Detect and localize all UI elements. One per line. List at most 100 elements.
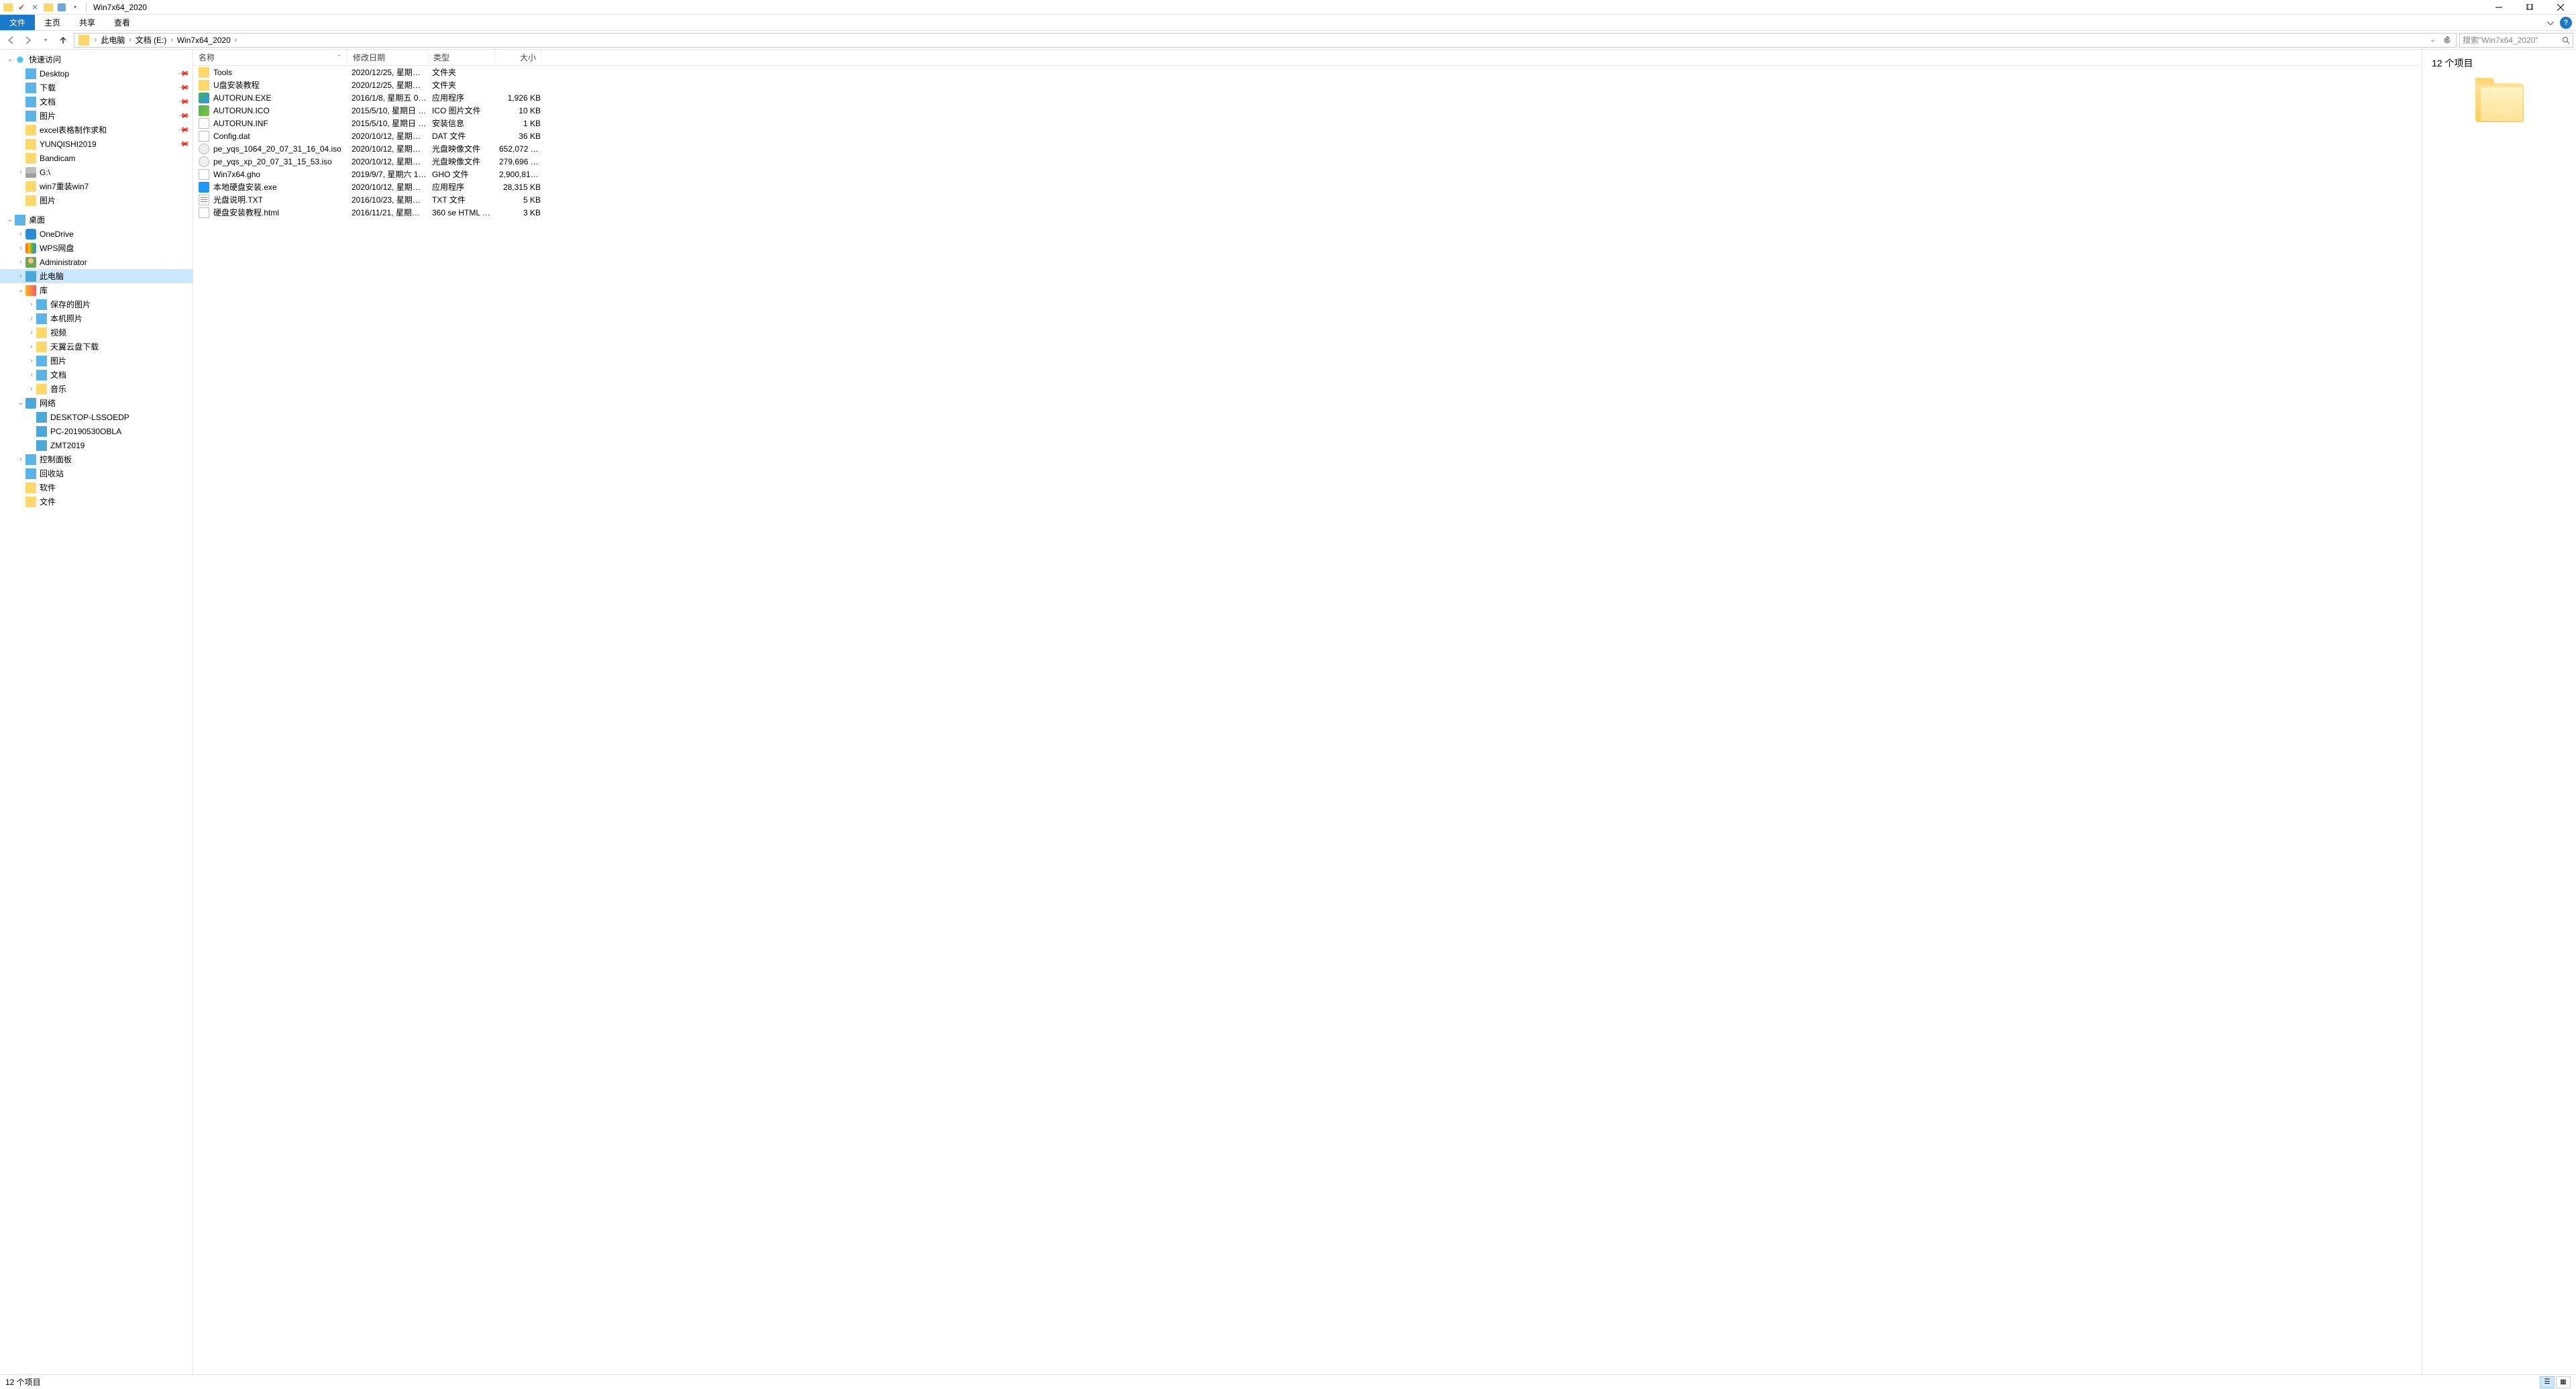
- tree-item[interactable]: ⌄桌面: [0, 213, 193, 227]
- file-type: TXT 文件: [432, 194, 499, 205]
- file-icon: [199, 207, 209, 218]
- pin-icon: 📌: [178, 81, 191, 94]
- tree-item[interactable]: ›视频: [0, 325, 193, 340]
- breadcrumb-item[interactable]: Win7x64_2020: [176, 36, 232, 45]
- file-row[interactable]: Config.dat2020/10/12, 星期一 1...DAT 文件36 K…: [193, 130, 2422, 142]
- tree-item[interactable]: ›ZMT2019: [0, 438, 193, 452]
- file-row[interactable]: Tools2020/12/25, 星期五 1...文件夹: [193, 66, 2422, 79]
- minimize-button[interactable]: [2483, 0, 2514, 15]
- tree-item[interactable]: ›DESKTOP-LSSOEDP: [0, 410, 193, 424]
- tree-item-label: 此电脑: [40, 270, 64, 282]
- tree-item[interactable]: ›OneDrive: [0, 227, 193, 241]
- refresh-button[interactable]: [2440, 34, 2455, 47]
- file-row[interactable]: Win7x64.gho2019/9/7, 星期六 19:...GHO 文件2,9…: [193, 168, 2422, 181]
- tree-item[interactable]: ›保存的图片: [0, 297, 193, 311]
- tree-item[interactable]: ›文档📌: [0, 95, 193, 109]
- address-bar[interactable]: › 此电脑 › 文档 (E:) › Win7x64_2020 › ⌄: [74, 33, 2457, 48]
- tree-item[interactable]: ⌄网络: [0, 396, 193, 410]
- pin-icon: 📌: [178, 109, 191, 122]
- file-name: AUTORUN.ICO: [213, 106, 352, 115]
- tree-item-icon: [25, 482, 36, 493]
- tree-item[interactable]: ›文档: [0, 368, 193, 382]
- file-row[interactable]: 本地硬盘安装.exe2020/10/12, 星期一 1...应用程序28,315…: [193, 181, 2422, 193]
- column-name[interactable]: 名称⌃: [193, 50, 347, 65]
- file-row[interactable]: 光盘说明.TXT2016/10/23, 星期日 0...TXT 文件5 KB: [193, 193, 2422, 206]
- column-size[interactable]: 大小: [495, 50, 542, 65]
- chevron-right-icon[interactable]: ›: [168, 36, 175, 44]
- file-row[interactable]: AUTORUN.INF2015/5/10, 星期日 02...安装信息1 KB: [193, 117, 2422, 130]
- file-date: 2019/9/7, 星期六 19:...: [352, 168, 432, 180]
- view-icons-button[interactable]: ▦: [2556, 1376, 2571, 1388]
- tree-quick-access[interactable]: ⌄ 快速访问: [0, 52, 193, 66]
- column-type[interactable]: 类型: [428, 50, 495, 65]
- chevron-right-icon[interactable]: ›: [232, 36, 239, 44]
- tree-item-icon: [36, 412, 47, 423]
- qat-dropdown-icon[interactable]: ▾: [70, 2, 80, 13]
- address-dropdown-icon[interactable]: ⌄: [2425, 34, 2440, 47]
- tree-item[interactable]: ›控制面板: [0, 452, 193, 466]
- tree-item[interactable]: ›图片: [0, 354, 193, 368]
- help-button[interactable]: ?: [2560, 17, 2572, 29]
- file-date: 2020/10/12, 星期一 1...: [352, 181, 432, 193]
- file-row[interactable]: 硬盘安装教程.html2016/11/21, 星期一 2...360 se HT…: [193, 206, 2422, 219]
- up-button[interactable]: [55, 32, 71, 48]
- view-details-button[interactable]: ☰: [2540, 1376, 2555, 1388]
- file-row[interactable]: pe_yqs_xp_20_07_31_15_53.iso2020/10/12, …: [193, 155, 2422, 168]
- breadcrumb-item[interactable]: 此电脑: [99, 34, 126, 46]
- tree-item[interactable]: ›本机照片: [0, 311, 193, 325]
- chevron-right-icon[interactable]: ›: [126, 36, 133, 44]
- file-icon: [199, 93, 209, 103]
- qat-folder-icon[interactable]: [43, 2, 54, 13]
- tab-view[interactable]: 查看: [105, 15, 140, 30]
- tree-item[interactable]: ›文件: [0, 495, 193, 509]
- tree-item[interactable]: ›Bandicam: [0, 151, 193, 165]
- file-list[interactable]: 名称⌃ 修改日期 类型 大小 Tools2020/12/25, 星期五 1...…: [193, 50, 2422, 1374]
- tree-item-label: win7重装win7: [40, 181, 89, 192]
- tree-item[interactable]: ⌄库: [0, 283, 193, 297]
- navigation-tree[interactable]: ⌄ 快速访问 ›Desktop📌›下载📌›文档📌›图片📌›excel表格制作求和…: [0, 50, 193, 1374]
- qat-app-icon[interactable]: [56, 2, 67, 13]
- tab-home[interactable]: 主页: [35, 15, 70, 30]
- back-button[interactable]: [3, 32, 19, 48]
- tree-item[interactable]: ›图片📌: [0, 109, 193, 123]
- qat-check-icon[interactable]: ✔: [16, 2, 27, 13]
- pin-icon: 📌: [178, 67, 191, 80]
- tree-item[interactable]: ›天翼云盘下载: [0, 340, 193, 354]
- chevron-right-icon[interactable]: ›: [92, 36, 99, 44]
- tree-item[interactable]: ›PC-20190530OBLA: [0, 424, 193, 438]
- maximize-button[interactable]: [2514, 0, 2545, 15]
- tree-item[interactable]: ›软件: [0, 480, 193, 495]
- search-box[interactable]: 搜索"Win7x64_2020": [2459, 33, 2573, 48]
- tree-item-icon: [25, 68, 36, 79]
- qat-close-icon[interactable]: ✕: [30, 2, 40, 13]
- tree-item[interactable]: ›G:\: [0, 165, 193, 179]
- tree-item[interactable]: ›音乐: [0, 382, 193, 396]
- tree-item[interactable]: ›Administrator: [0, 255, 193, 269]
- pin-icon: 📌: [178, 138, 191, 150]
- file-row[interactable]: pe_yqs_1064_20_07_31_16_04.iso2020/10/12…: [193, 142, 2422, 155]
- tree-item[interactable]: ›excel表格制作求和📌: [0, 123, 193, 137]
- tab-share[interactable]: 共享: [70, 15, 105, 30]
- file-date: 2016/1/8, 星期五 04:...: [352, 92, 432, 103]
- breadcrumb-item[interactable]: 文档 (E:): [134, 34, 168, 46]
- tree-item[interactable]: ›YUNQISHI2019📌: [0, 137, 193, 151]
- tree-item[interactable]: ›WPS网盘: [0, 241, 193, 255]
- tab-file[interactable]: 文件: [0, 15, 35, 30]
- tree-item[interactable]: ›Desktop📌: [0, 66, 193, 81]
- column-headers: 名称⌃ 修改日期 类型 大小: [193, 50, 2422, 66]
- file-row[interactable]: AUTORUN.EXE2016/1/8, 星期五 04:...应用程序1,926…: [193, 91, 2422, 104]
- tree-item-label: 文档: [40, 96, 56, 107]
- file-row[interactable]: AUTORUN.ICO2015/5/10, 星期日 02...ICO 图片文件1…: [193, 104, 2422, 117]
- search-icon[interactable]: [2562, 36, 2570, 44]
- tree-item[interactable]: ›此电脑: [0, 269, 193, 283]
- ribbon-expand-icon[interactable]: [2542, 15, 2559, 30]
- recent-dropdown-icon[interactable]: ▾: [38, 32, 54, 48]
- tree-item[interactable]: ›下载📌: [0, 81, 193, 95]
- tree-item[interactable]: ›win7重装win7: [0, 179, 193, 193]
- file-row[interactable]: U盘安装教程2020/12/25, 星期五 1...文件夹: [193, 79, 2422, 91]
- close-button[interactable]: [2545, 0, 2576, 15]
- forward-button[interactable]: [20, 32, 36, 48]
- column-date[interactable]: 修改日期: [347, 50, 428, 65]
- tree-item[interactable]: ›图片: [0, 193, 193, 207]
- tree-item[interactable]: ›回收站: [0, 466, 193, 480]
